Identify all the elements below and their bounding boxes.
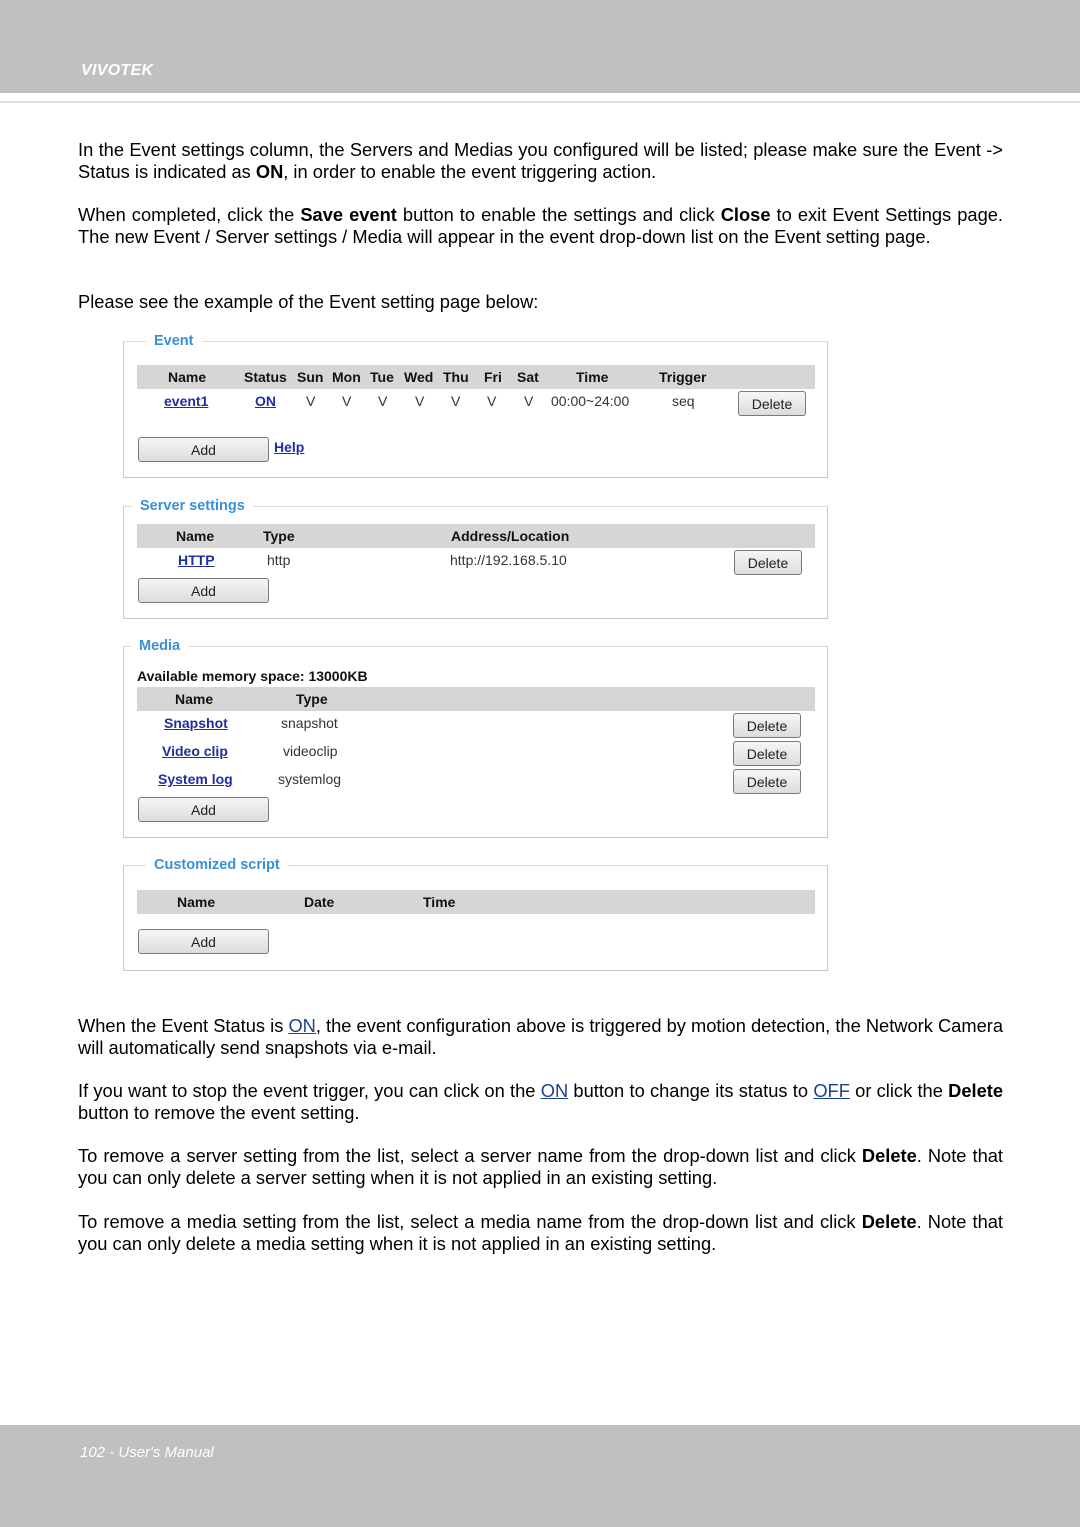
col-address: Address/Location — [451, 528, 570, 544]
script-legend: Customized script — [146, 855, 288, 875]
event-status-link[interactable]: ON — [255, 393, 276, 409]
page-header: VIVOTEK — [0, 0, 1080, 93]
help-link[interactable]: Help — [274, 439, 304, 455]
text: button to enable the settings and click — [396, 204, 721, 225]
note-paragraph-1: When the Event Status is ON, the event c… — [78, 1015, 1003, 1059]
col-sun: Sun — [297, 369, 324, 385]
media-delete-button[interactable]: Delete — [733, 741, 801, 766]
text: To remove a media setting from the list,… — [78, 1211, 862, 1232]
day-sun: V — [306, 393, 316, 409]
media-table-header: Name Type — [137, 687, 815, 711]
col-name: Name — [176, 528, 215, 544]
text: When the Event Status is — [78, 1015, 289, 1036]
col-type: Type — [263, 528, 295, 544]
text: or click the — [849, 1080, 949, 1101]
media-legend: Media — [131, 636, 189, 656]
brand-logo: VIVOTEK — [81, 62, 154, 79]
day-tue: V — [378, 393, 388, 409]
media-name-link[interactable]: Snapshot — [164, 715, 228, 731]
media-type: systemlog — [278, 771, 342, 787]
media-name-link[interactable]: System log — [158, 771, 233, 787]
page-footer: 102 - User's Manual — [0, 1425, 1080, 1527]
server-address: http://192.168.5.10 — [450, 552, 567, 568]
event-delete-button[interactable]: Delete — [738, 391, 806, 416]
col-name: Name — [177, 894, 216, 910]
col-thu: Thu — [443, 369, 469, 385]
server-legend: Server settings — [132, 496, 253, 516]
text-bold: Save event — [300, 204, 397, 225]
server-type: http — [267, 552, 291, 568]
text-bold: Delete — [948, 1080, 1004, 1101]
server-add-button[interactable]: Add — [138, 578, 269, 603]
intro-paragraph-3: Please see the example of the Event sett… — [78, 291, 539, 312]
col-tue: Tue — [370, 369, 394, 385]
col-time: Time — [423, 894, 456, 910]
note-paragraph-2: If you want to stop the event trigger, y… — [78, 1080, 1003, 1124]
event-panel: Event Name Status Sun Mon Tue Wed Thu Fr… — [123, 331, 828, 478]
col-trigger: Trigger — [659, 369, 707, 385]
col-type: Type — [296, 691, 328, 707]
text: button to change its status to — [568, 1080, 814, 1101]
customized-script-panel: Customized script Name Date Time Add — [123, 855, 828, 971]
text-bold: Delete — [861, 1145, 917, 1166]
col-name: Name — [168, 369, 207, 385]
media-name-link[interactable]: Video clip — [162, 743, 228, 759]
server-name-link[interactable]: HTTP — [178, 552, 215, 568]
day-fri: V — [487, 393, 497, 409]
col-date: Date — [304, 894, 335, 910]
col-mon: Mon — [332, 369, 361, 385]
media-type: videoclip — [283, 743, 338, 759]
media-delete-button[interactable]: Delete — [733, 713, 801, 738]
col-status: Status — [244, 369, 287, 385]
note-paragraph-3: To remove a server setting from the list… — [78, 1145, 1003, 1189]
text-bold: Close — [720, 204, 771, 225]
media-type: snapshot — [281, 715, 338, 731]
on-link[interactable]: ON — [288, 1015, 315, 1036]
day-wed: V — [415, 393, 425, 409]
col-name: Name — [175, 691, 214, 707]
note-paragraph-4: To remove a media setting from the list,… — [78, 1211, 1003, 1255]
intro-paragraph-2: When completed, click the Save event but… — [78, 204, 1003, 248]
server-settings-panel: Server settings Name Type Address/Locati… — [123, 496, 828, 619]
text-bold: Delete — [861, 1211, 917, 1232]
event-table-header: Name Status Sun Mon Tue Wed Thu Fri Sat … — [137, 365, 815, 389]
day-mon: V — [342, 393, 352, 409]
page-number-label: 102 - User's Manual — [80, 1444, 214, 1461]
event-add-button[interactable]: Add — [138, 437, 269, 462]
memory-space-label: Available memory space: 13000KB — [137, 668, 368, 684]
intro-paragraph-1: In the Event settings column, the Server… — [78, 139, 1003, 183]
off-link[interactable]: OFF — [813, 1080, 850, 1101]
col-sat: Sat — [517, 369, 539, 385]
text: To remove a server setting from the list… — [78, 1145, 862, 1166]
script-add-button[interactable]: Add — [138, 929, 269, 954]
server-table-header: Name Type Address/Location — [137, 524, 815, 548]
day-thu: V — [451, 393, 461, 409]
col-time: Time — [576, 369, 609, 385]
text-bold: ON — [255, 161, 284, 182]
event-time: 00:00~24:00 — [551, 393, 630, 409]
on-link[interactable]: ON — [541, 1080, 568, 1101]
text: If you want to stop the event trigger, y… — [78, 1080, 541, 1101]
day-sat: V — [524, 393, 534, 409]
header-divider — [0, 101, 1080, 103]
media-add-button[interactable]: Add — [138, 797, 269, 822]
event-trigger: seq — [672, 393, 695, 409]
script-table-header: Name Date Time — [137, 890, 815, 914]
col-wed: Wed — [404, 369, 434, 385]
media-panel: Media Available memory space: 13000KB Na… — [123, 636, 828, 838]
text: When completed, click the — [78, 204, 301, 225]
event-legend: Event — [146, 331, 202, 351]
col-fri: Fri — [484, 369, 502, 385]
event-name-link[interactable]: event1 — [164, 393, 208, 409]
media-delete-button[interactable]: Delete — [733, 769, 801, 794]
server-delete-button[interactable]: Delete — [734, 550, 802, 575]
text: button to remove the event setting. — [78, 1102, 360, 1123]
text: , in order to enable the event triggerin… — [283, 161, 657, 182]
